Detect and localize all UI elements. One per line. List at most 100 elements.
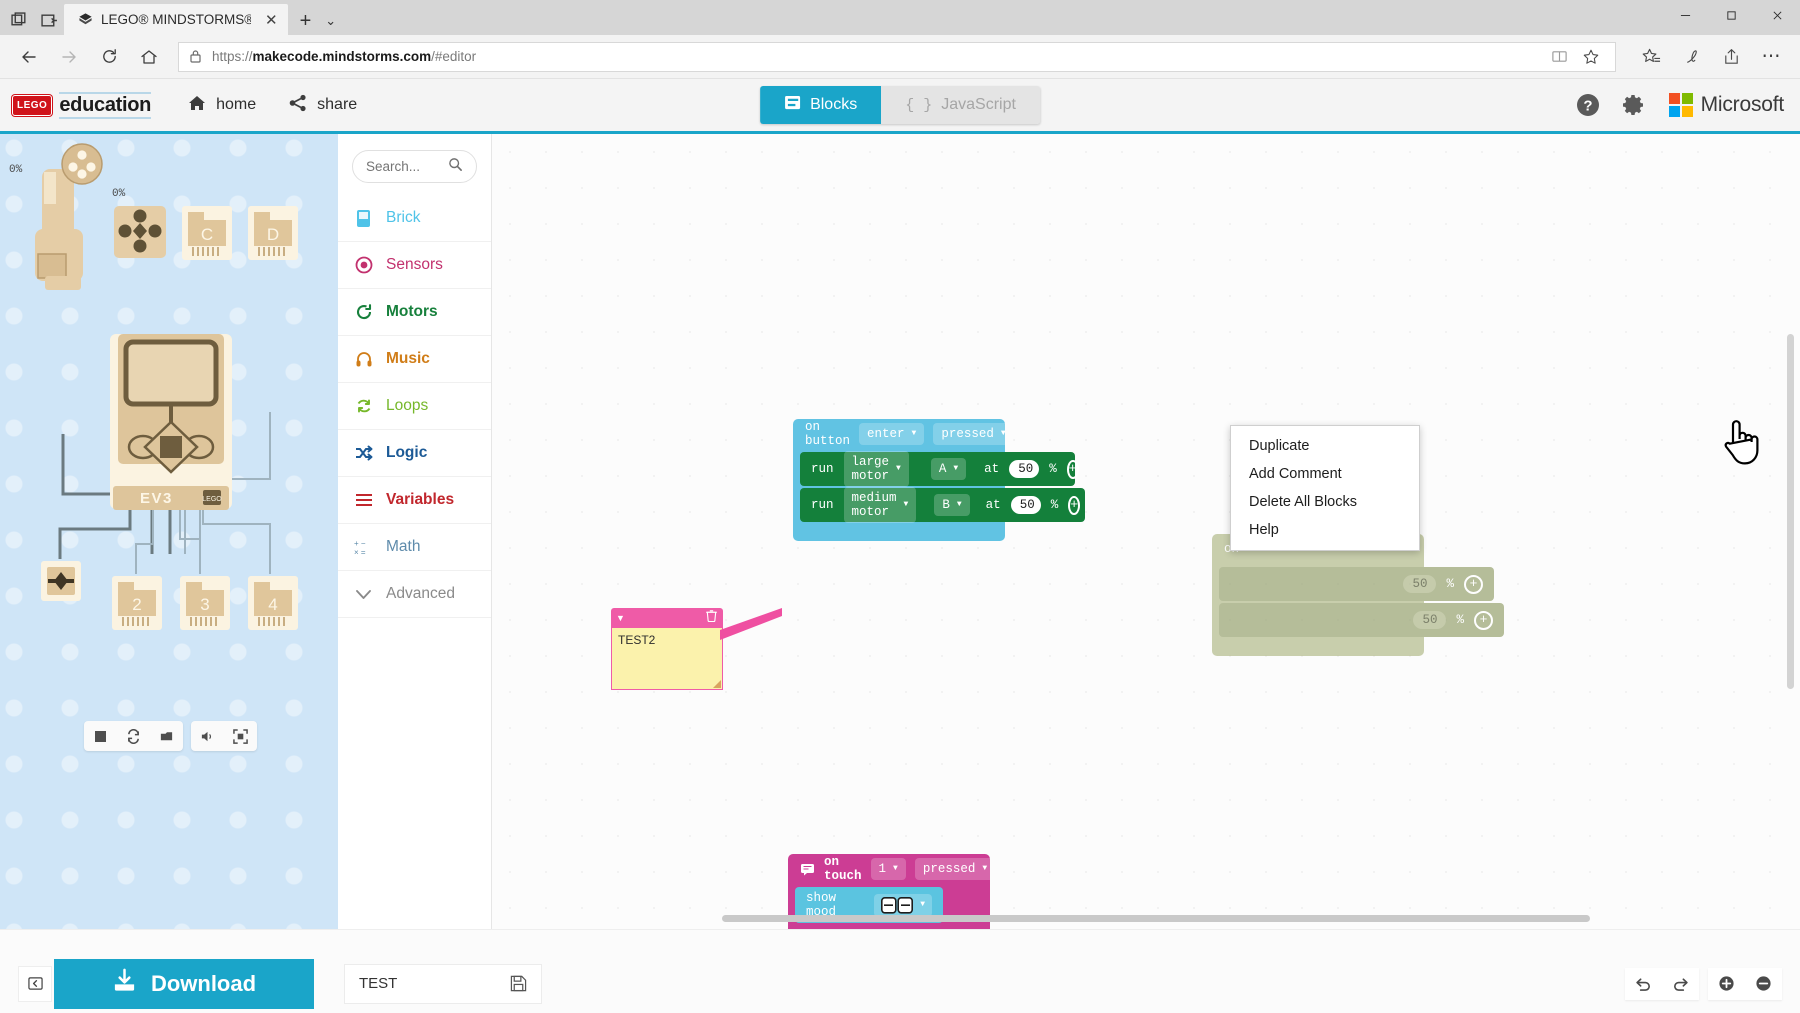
fullscreen-button[interactable] — [224, 721, 257, 751]
favorite-star-icon[interactable] — [1577, 44, 1605, 70]
context-menu-item-duplicate[interactable]: Duplicate — [1231, 432, 1419, 460]
caret-down-icon[interactable]: ▼ — [616, 613, 625, 623]
sidebar-item-loops[interactable]: Loops — [338, 383, 491, 430]
trash-icon[interactable] — [705, 609, 718, 627]
zoom-out-button[interactable] — [1745, 968, 1782, 1000]
field-large-motor-port[interactable]: A ▼ — [931, 458, 966, 480]
field-button-which-value: enter — [867, 427, 905, 441]
lego-education-logo[interactable]: LEGO education — [0, 92, 151, 119]
sidebar-item-logic[interactable]: Logic — [338, 430, 491, 477]
tab-list-dropdown-icon[interactable]: ⌄ — [321, 13, 346, 35]
chevron-down-icon: ▼ — [920, 901, 925, 909]
sidebar-item-advanced[interactable]: Advanced — [338, 571, 491, 618]
field-button-event[interactable]: pressed ▼ — [933, 423, 1013, 445]
sensor-port-2: 2 — [112, 576, 162, 630]
field-medium-motor-type[interactable]: medium motor ▼ — [844, 487, 917, 523]
field-ghost-speed-2[interactable]: 50 — [1413, 611, 1446, 629]
header-link-share[interactable]: share — [272, 79, 373, 131]
web-notes-pen-icon[interactable] — [1672, 40, 1710, 74]
block-run-medium-motor[interactable]: run medium motor ▼ B ▼ at 50 % + — [800, 488, 1085, 522]
download-button[interactable]: Download — [54, 959, 314, 1009]
expand-large-motor-button[interactable]: + — [1067, 460, 1079, 479]
large-motor-graphic — [35, 144, 102, 290]
sidebar-item-sensors[interactable]: Sensors — [338, 242, 491, 289]
expand-ghost-button-1[interactable]: + — [1464, 575, 1483, 594]
sidebar-item-music[interactable]: Music — [338, 336, 491, 383]
gear-icon[interactable] — [1613, 84, 1655, 126]
stop-button[interactable] — [84, 721, 117, 751]
block-ghost-on-button[interactable]: on 50 % + 50 % + — [1212, 534, 1424, 656]
block-ghost-statement-1[interactable]: 50 % + — [1219, 567, 1494, 601]
block-on-button[interactable]: on button enter ▼ pressed ▼ run large mo… — [793, 419, 1005, 541]
comment-text: TEST2 — [618, 633, 655, 647]
field-large-motor-speed[interactable]: 50 — [1009, 460, 1039, 478]
forward-arrow-icon[interactable] — [50, 40, 88, 74]
window-maximize-button[interactable] — [1708, 0, 1754, 30]
save-icon[interactable] — [510, 975, 527, 992]
project-name-field[interactable]: TEST — [344, 964, 542, 1004]
search-box[interactable] — [352, 150, 477, 183]
share-icon[interactable] — [1712, 40, 1750, 74]
math-icon: + −× = — [354, 539, 373, 556]
tab-close-icon[interactable]: ✕ — [265, 11, 278, 29]
field-large-motor-type[interactable]: large motor ▼ — [844, 451, 909, 487]
svg-text:?: ? — [1583, 98, 1592, 115]
workspace-horizontal-scrollbar[interactable] — [722, 915, 1590, 922]
back-arrow-icon[interactable] — [10, 40, 48, 74]
restart-button[interactable] — [117, 721, 150, 751]
expand-medium-motor-button[interactable]: + — [1068, 496, 1080, 515]
context-menu-item-help[interactable]: Help — [1231, 516, 1419, 544]
expand-ghost-button-2[interactable]: + — [1474, 611, 1493, 630]
simulator-controls — [84, 721, 257, 751]
block-ghost-statement-2[interactable]: 50 % + — [1219, 603, 1504, 637]
browser-more-menu-icon[interactable]: ⋯ — [1752, 40, 1790, 74]
field-touch-event[interactable]: pressed ▼ — [915, 858, 995, 880]
chevron-down-icon — [354, 588, 373, 601]
field-medium-motor-port[interactable]: B ▼ — [934, 494, 969, 516]
workspace-context-menu: Duplicate Add Comment Delete All Blocks … — [1230, 425, 1420, 551]
field-medium-motor-speed[interactable]: 50 — [1011, 496, 1041, 514]
header-link-home[interactable]: home — [171, 79, 272, 131]
sidebar-item-math[interactable]: + −× = Math — [338, 524, 491, 571]
field-mood[interactable]: ▼ — [874, 894, 932, 917]
field-touch-port[interactable]: 1 ▼ — [871, 858, 906, 880]
sidebar-item-motors[interactable]: Motors — [338, 289, 491, 336]
comment-resize-handle[interactable] — [713, 680, 721, 688]
microsoft-logo[interactable]: Microsoft — [1669, 93, 1784, 117]
undo-button[interactable] — [1625, 968, 1662, 1000]
comment-header-bar[interactable]: ▼ — [611, 608, 723, 628]
block-run-large-motor[interactable]: run large motor ▼ A ▼ at 50 % + — [800, 452, 1075, 486]
tab-preview-icon[interactable] — [10, 11, 28, 29]
set-aside-tabs-icon[interactable] — [40, 11, 58, 29]
zoom-in-button[interactable] — [1708, 968, 1745, 1000]
help-icon[interactable]: ? — [1567, 84, 1609, 126]
home-icon[interactable] — [130, 40, 168, 74]
header-right-actions: ? Microsoft — [1567, 84, 1800, 126]
tab-blocks[interactable]: Blocks — [760, 86, 881, 124]
collapse-simulator-button[interactable] — [18, 966, 52, 1002]
comment-icon[interactable] — [800, 863, 815, 876]
debug-button[interactable] — [150, 721, 183, 751]
new-tab-button[interactable]: + — [288, 11, 322, 35]
refresh-icon[interactable] — [90, 40, 128, 74]
url-bar[interactable]: https://makecode.mindstorms.com/#editor — [178, 42, 1616, 72]
window-close-button[interactable] — [1754, 0, 1800, 30]
field-button-which[interactable]: enter ▼ — [859, 423, 924, 445]
block-comment[interactable]: ▼ TEST2 — [611, 608, 723, 690]
blocks-workspace[interactable]: on button enter ▼ pressed ▼ run large mo… — [492, 134, 1800, 929]
reading-view-icon[interactable] — [1545, 44, 1573, 70]
redo-button[interactable] — [1662, 968, 1699, 1000]
window-minimize-button[interactable] — [1662, 0, 1708, 30]
search-input[interactable] — [366, 159, 442, 174]
sidebar-item-variables[interactable]: Variables — [338, 477, 491, 524]
context-menu-item-delete-all-blocks[interactable]: Delete All Blocks — [1231, 488, 1419, 516]
sidebar-item-brick[interactable]: Brick — [338, 195, 491, 242]
tab-javascript[interactable]: { } JavaScript — [881, 86, 1040, 124]
sound-button[interactable] — [191, 721, 224, 751]
favorites-hub-icon[interactable] — [1632, 40, 1670, 74]
comment-body[interactable]: TEST2 — [611, 628, 723, 690]
workspace-vertical-scrollbar[interactable] — [1787, 334, 1794, 689]
field-ghost-speed-1[interactable]: 50 — [1403, 575, 1436, 593]
context-menu-item-add-comment[interactable]: Add Comment — [1231, 460, 1419, 488]
browser-tab[interactable]: LEGO® MINDSTORMS® ✕ — [64, 4, 288, 35]
